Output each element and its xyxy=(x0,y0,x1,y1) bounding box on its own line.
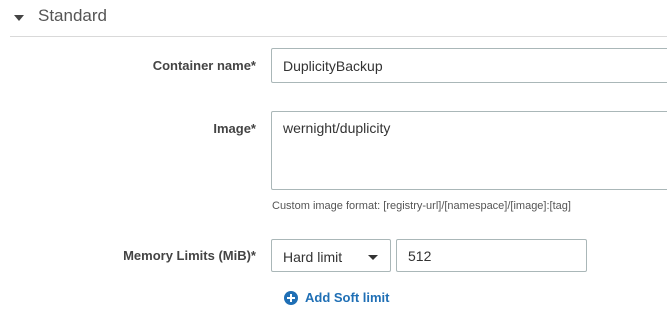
container-name-label: Container name* xyxy=(152,58,256,73)
section-title: Standard xyxy=(38,6,107,25)
image-input[interactable]: wernight/duplicity xyxy=(271,111,667,190)
chevron-down-icon xyxy=(368,255,378,260)
memory-limit-type-select[interactable]: Hard limit xyxy=(271,239,391,272)
memory-limit-type-value: Hard limit xyxy=(283,249,343,265)
caret-down-icon xyxy=(14,15,24,21)
section-divider xyxy=(10,36,667,37)
image-format-help: Custom image format: [registry-url]/[nam… xyxy=(272,200,571,212)
section-header-standard[interactable]: Standard xyxy=(0,0,667,36)
memory-limits-label: Memory Limits (MiB)* xyxy=(123,248,256,263)
container-name-input[interactable] xyxy=(271,48,667,83)
add-soft-limit-label: Add Soft limit xyxy=(305,290,390,305)
memory-limit-input[interactable] xyxy=(396,239,587,272)
image-label: Image* xyxy=(213,121,256,136)
plus-circle-icon xyxy=(284,291,298,305)
